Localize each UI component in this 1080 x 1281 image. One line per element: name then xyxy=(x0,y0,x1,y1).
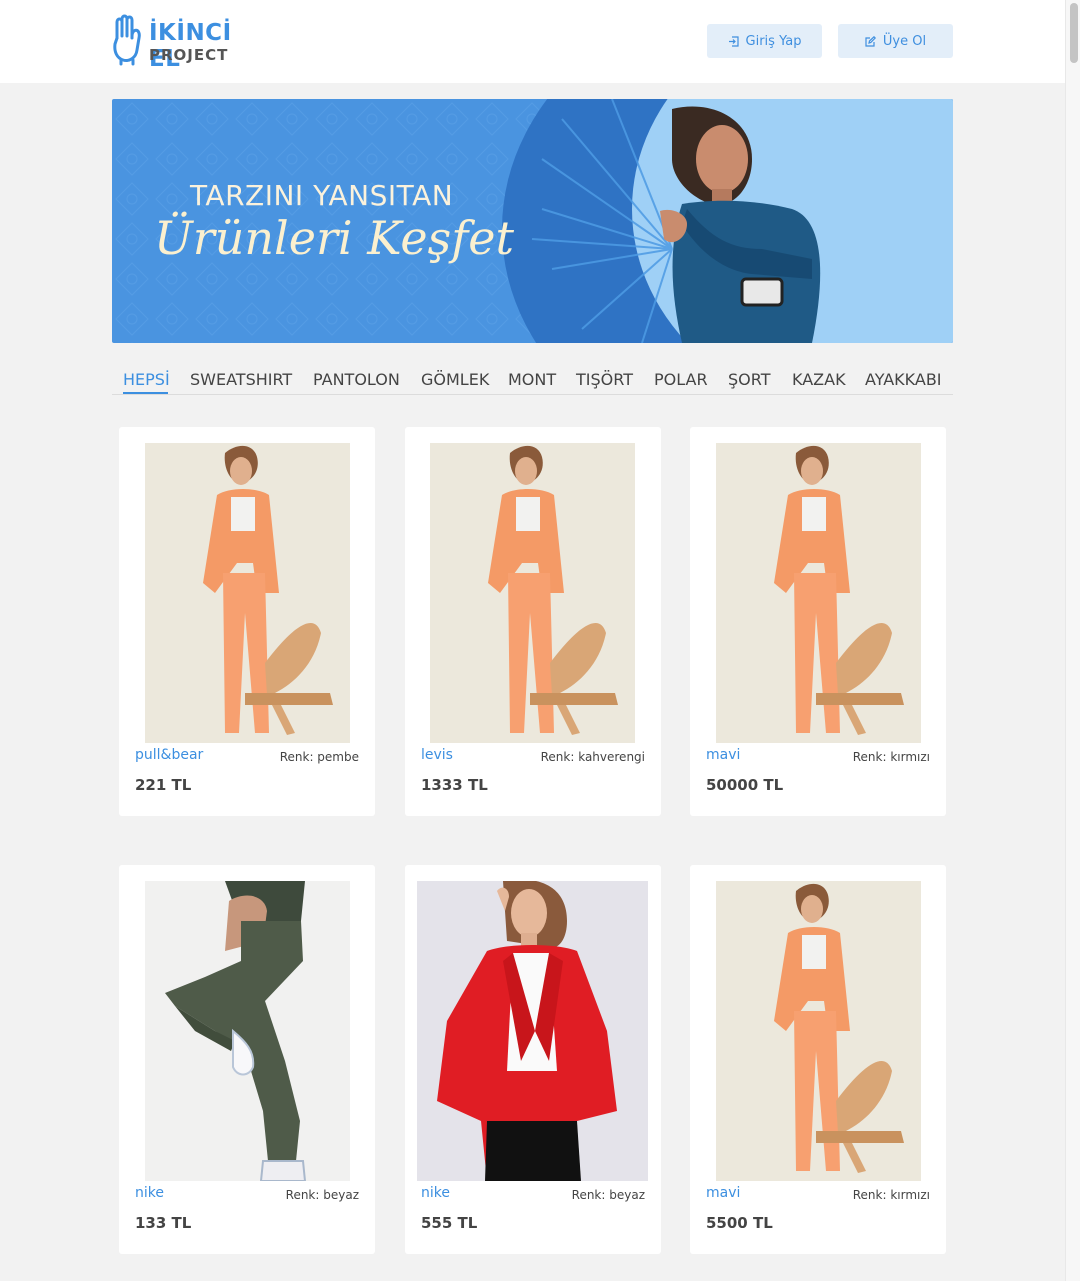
hand-logo-icon xyxy=(113,14,141,66)
orange-suit-photo xyxy=(716,443,921,743)
login-label: Giriş Yap xyxy=(745,33,802,49)
product-price: 133 TL xyxy=(135,1214,192,1232)
tab-pantolon[interactable]: PANTOLON xyxy=(313,370,400,389)
product-brand[interactable]: nike xyxy=(135,1185,164,1201)
green-jogger-photo xyxy=(145,881,350,1181)
logo-subtitle: PROJECT xyxy=(149,46,229,64)
product-color: Renk: beyaz xyxy=(285,1188,359,1202)
product-color: Renk: kırmızı xyxy=(852,750,930,764)
product-color: Renk: kırmızı xyxy=(852,1188,930,1202)
orange-suit-photo xyxy=(716,881,921,1181)
orange-suit-photo xyxy=(430,443,635,743)
product-color: Renk: pembe xyxy=(279,750,359,764)
product-price: 221 TL xyxy=(135,776,192,794)
banner-tagline: Ürünleri Keşfet xyxy=(154,211,514,265)
product-image[interactable] xyxy=(145,443,350,743)
product-image[interactable] xyxy=(145,881,350,1181)
product-price: 50000 TL xyxy=(706,776,784,794)
active-tab-indicator xyxy=(123,392,168,394)
product-image[interactable] xyxy=(417,881,648,1181)
banner-headline: TARZINI YANSITAN xyxy=(190,179,454,212)
product-brand[interactable]: mavi xyxy=(706,1185,740,1201)
tab-tisort[interactable]: TIŞÖRT xyxy=(576,370,633,389)
tab-sort[interactable]: ŞORT xyxy=(728,370,770,389)
scroll-thumb[interactable] xyxy=(1070,3,1078,63)
tab-ayakkabi[interactable]: AYAKKABI xyxy=(865,370,942,389)
product-price: 555 TL xyxy=(421,1214,478,1232)
product-color: Renk: kahverengi xyxy=(540,750,645,764)
product-image[interactable] xyxy=(716,881,921,1181)
tab-mont[interactable]: MONT xyxy=(508,370,556,389)
product-brand[interactable]: pull&bear xyxy=(135,747,203,763)
top-header: İKİNCİ EL PROJECT Giriş Yap Üye Ol xyxy=(0,0,1065,83)
tab-gomlek[interactable]: GÖMLEK xyxy=(421,370,489,389)
login-button[interactable]: Giriş Yap xyxy=(707,24,822,58)
red-blazer-photo xyxy=(417,881,648,1181)
tab-hepsi[interactable]: HEPSİ xyxy=(123,370,170,389)
product-brand[interactable]: mavi xyxy=(706,747,740,763)
product-card[interactable]: levis Renk: kahverengi 1333 TL xyxy=(405,427,661,816)
edit-icon xyxy=(865,35,876,47)
product-image[interactable] xyxy=(716,443,921,743)
product-card[interactable]: mavi Renk: kırmızı 50000 TL xyxy=(690,427,946,816)
tab-polar[interactable]: POLAR xyxy=(654,370,708,389)
product-card[interactable]: nike Renk: beyaz 133 TL xyxy=(119,865,375,1254)
hero-banner[interactable]: TARZINI YANSITAN Ürünleri Keşfet xyxy=(112,99,953,343)
login-icon xyxy=(728,35,739,47)
product-card[interactable]: mavi Renk: kırmızı 5500 TL xyxy=(690,865,946,1254)
product-price: 5500 TL xyxy=(706,1214,773,1232)
page-scrollbar[interactable] xyxy=(1065,0,1080,1281)
product-image[interactable] xyxy=(430,443,635,743)
product-brand[interactable]: levis xyxy=(421,747,453,763)
product-card[interactable]: pull&bear Renk: pembe 221 TL xyxy=(119,427,375,816)
product-price: 1333 TL xyxy=(421,776,488,794)
site-logo[interactable]: İKİNCİ EL PROJECT xyxy=(111,14,271,72)
orange-suit-photo xyxy=(145,443,350,743)
tab-kazak[interactable]: KAZAK xyxy=(792,370,846,389)
signup-label: Üye Ol xyxy=(882,33,927,49)
tab-sweatshirt[interactable]: SWEATSHIRT xyxy=(190,370,292,389)
product-brand[interactable]: nike xyxy=(421,1185,450,1201)
product-card[interactable]: nike Renk: beyaz 555 TL xyxy=(405,865,661,1254)
signup-button[interactable]: Üye Ol xyxy=(838,24,953,58)
category-tabs: HEPSİ SWEATSHIRT PANTOLON GÖMLEK MONT TI… xyxy=(112,366,953,395)
product-color: Renk: beyaz xyxy=(571,1188,645,1202)
